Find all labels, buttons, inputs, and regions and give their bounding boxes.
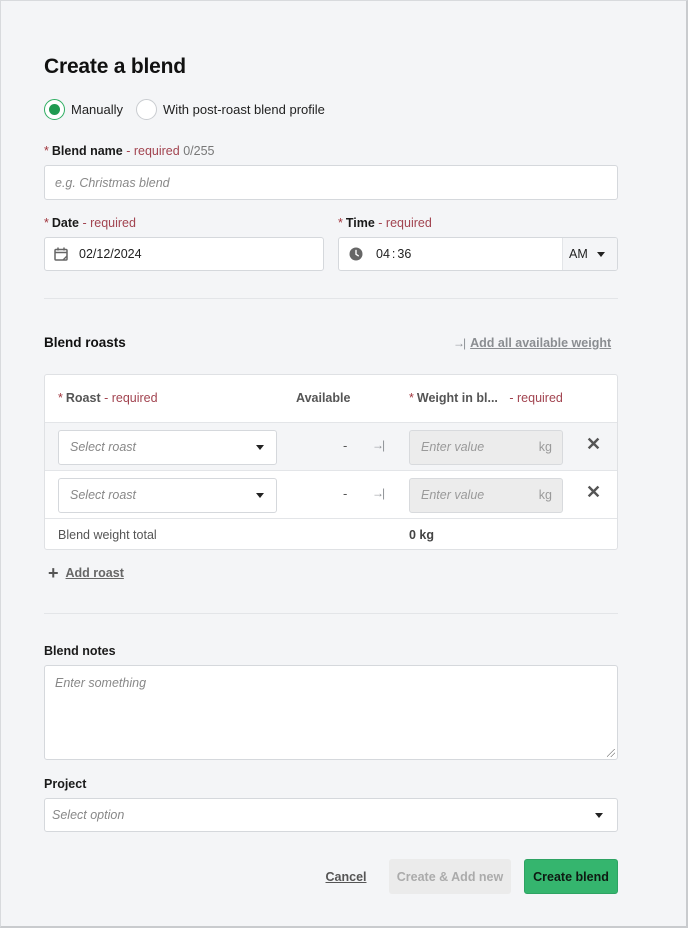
label-text: Blend name xyxy=(51,144,123,158)
weight-placeholder: Enter value xyxy=(421,488,485,502)
available-value: - xyxy=(343,486,348,501)
roast-select[interactable]: Select roast xyxy=(58,478,277,513)
create-blend-panel: Create a blend Manually With post-roast … xyxy=(0,0,688,928)
add-all-weight-label: Add all available weight xyxy=(470,336,612,350)
radio-manually[interactable] xyxy=(44,99,65,120)
total-row: Blend weight total 0 kg xyxy=(45,518,617,549)
column-header-weight: * Weight in bl... - required xyxy=(409,391,563,405)
time-separator: : xyxy=(391,247,396,261)
create-and-add-new-button[interactable]: Create & Add new xyxy=(389,859,511,894)
roast-select-placeholder: Select roast xyxy=(70,488,137,502)
date-input[interactable]: 02/12/2024 xyxy=(44,237,324,271)
chevron-down-icon xyxy=(597,252,605,257)
required-text: - required xyxy=(100,391,158,405)
add-roast-button[interactable]: + Add roast xyxy=(48,564,124,582)
project-select[interactable]: Select option xyxy=(44,798,618,832)
blend-roasts-title: Blend roasts xyxy=(44,335,126,350)
required-text: - required xyxy=(505,391,563,405)
label-text: Roast xyxy=(65,391,101,405)
required-asterisk: * xyxy=(338,216,343,230)
required-text: - required xyxy=(374,216,432,230)
roast-select-placeholder: Select roast xyxy=(70,440,137,454)
time-minutes[interactable]: 36 xyxy=(397,247,411,261)
divider xyxy=(44,613,618,614)
required-asterisk: * xyxy=(58,391,63,405)
blend-notes-textarea[interactable]: Enter something xyxy=(44,665,618,760)
am-pm-value: AM xyxy=(569,247,588,261)
blend-roasts-table: * Roast - required Available * Weight in b… xyxy=(44,374,618,550)
arrow-to-bar-icon: →| xyxy=(453,336,466,350)
required-asterisk: * xyxy=(44,216,49,230)
time-input[interactable]: 04 : 36 AM xyxy=(338,237,618,271)
mode-radio-group: Manually With post-roast blend profile xyxy=(44,99,338,120)
required-asterisk: * xyxy=(409,391,414,405)
close-icon[interactable]: ✕ xyxy=(586,483,601,501)
create-blend-button[interactable]: Create blend xyxy=(524,859,618,894)
label-text: Date xyxy=(51,216,79,230)
weight-input[interactable]: Enter value kg xyxy=(409,430,563,465)
time-hours[interactable]: 04 xyxy=(376,247,390,261)
weight-unit: kg xyxy=(538,440,552,454)
blend-name-placeholder: e.g. Christmas blend xyxy=(55,175,170,190)
plus-icon: + xyxy=(48,563,59,583)
chevron-down-icon xyxy=(595,813,603,818)
label-text: Weight in bl... xyxy=(416,391,498,405)
divider xyxy=(44,298,618,299)
weight-placeholder: Enter value xyxy=(421,440,485,454)
project-placeholder: Select option xyxy=(52,808,125,822)
resize-handle-icon[interactable] xyxy=(607,749,615,757)
arrow-to-bar-icon[interactable]: →| xyxy=(372,486,385,500)
clock-icon xyxy=(349,247,363,261)
blend-name-label: * Blend name - required 0/255 xyxy=(44,144,214,158)
time-label: * Time - required xyxy=(338,216,432,230)
radio-post-roast-profile[interactable] xyxy=(136,99,158,120)
radio-post-roast-profile-label[interactable]: With post-roast blend profile xyxy=(163,102,325,117)
weight-unit: kg xyxy=(538,488,552,502)
add-roast-label: Add roast xyxy=(65,566,124,580)
am-pm-select[interactable]: AM xyxy=(562,238,617,270)
date-label: * Date - required xyxy=(44,216,136,230)
available-value: - xyxy=(343,438,348,453)
required-asterisk: * xyxy=(44,144,49,158)
blend-notes-placeholder: Enter something xyxy=(55,676,147,690)
cancel-button[interactable]: Cancel xyxy=(319,859,373,894)
weight-input[interactable]: Enter value kg xyxy=(409,478,563,513)
radio-manually-label[interactable]: Manually xyxy=(71,102,123,117)
char-counter: 0/255 xyxy=(179,144,215,158)
required-text: - required xyxy=(78,216,136,230)
arrow-to-bar-icon[interactable]: →| xyxy=(372,438,385,452)
required-text: - required xyxy=(122,144,180,158)
table-row: Select roast - →| Enter value kg ✕ xyxy=(45,422,617,470)
blend-name-input[interactable]: e.g. Christmas blend xyxy=(44,165,618,200)
add-all-weight-button[interactable]: →| Add all available weight xyxy=(453,336,611,350)
blend-notes-label: Blend notes xyxy=(44,644,116,658)
chevron-down-icon xyxy=(256,445,264,450)
table-row: Select roast - →| Enter value kg ✕ xyxy=(45,470,617,518)
blend-weight-total-label: Blend weight total xyxy=(58,528,157,542)
date-value: 02/12/2024 xyxy=(79,247,142,261)
roast-select[interactable]: Select roast xyxy=(58,430,277,465)
close-icon[interactable]: ✕ xyxy=(586,435,601,453)
blend-weight-total-value: 0 kg xyxy=(409,528,435,542)
label-text: Time xyxy=(345,216,375,230)
project-label: Project xyxy=(44,777,87,791)
radio-dot xyxy=(49,104,60,115)
page-title: Create a blend xyxy=(44,55,186,78)
column-header-available: Available xyxy=(296,391,351,405)
chevron-down-icon xyxy=(256,493,264,498)
column-header-roast: * Roast - required xyxy=(58,391,158,405)
calendar-icon[interactable] xyxy=(54,247,68,261)
